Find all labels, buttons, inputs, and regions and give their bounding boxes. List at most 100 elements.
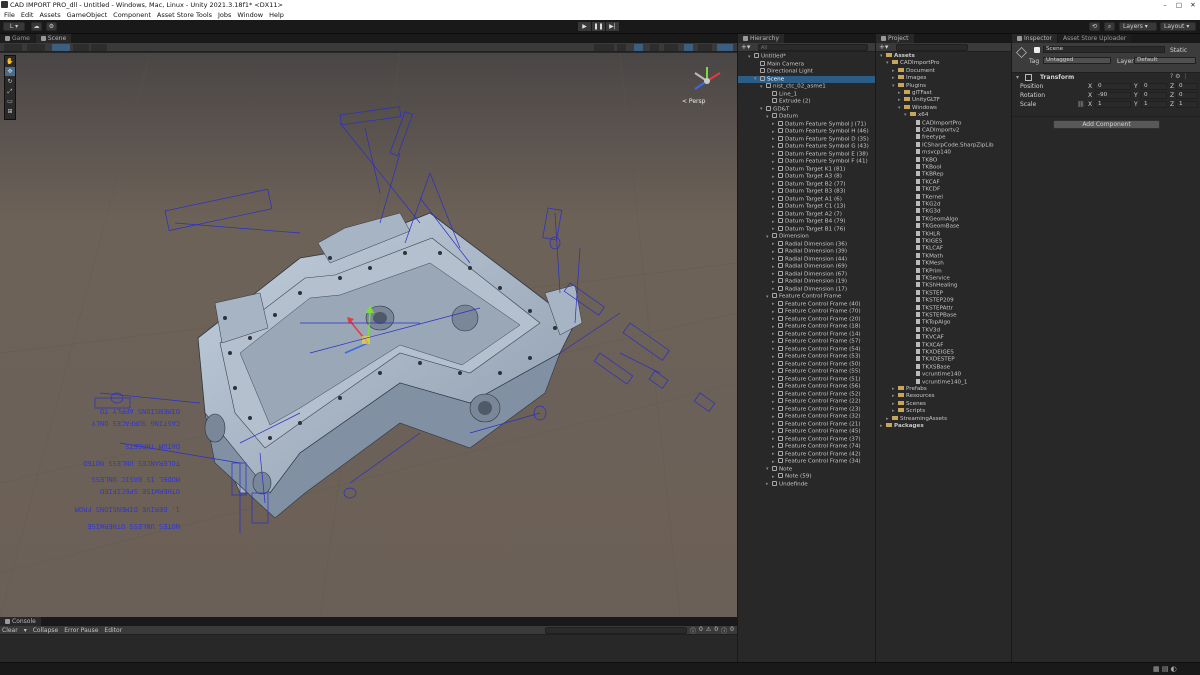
project-file[interactable]: TKGeomAlgo xyxy=(876,215,958,223)
tab-scene[interactable]: Scene xyxy=(35,34,73,43)
hierarchy-item[interactable]: ▸ Radial Dimension (19) xyxy=(738,278,875,286)
search-icon[interactable]: ⌕ xyxy=(1104,22,1115,31)
hierarchy-item[interactable]: ▸ Feature Control Frame (32) xyxy=(738,413,875,421)
project-file[interactable]: TKXSBase xyxy=(876,363,950,371)
gizmos-dropdown[interactable] xyxy=(717,44,733,51)
hierarchy-item[interactable]: ▾ GD&T xyxy=(738,105,875,114)
rotation-y-field[interactable]: 0 xyxy=(1141,92,1167,99)
project-file[interactable]: CADImportv2 xyxy=(876,127,959,134)
scale-x-field[interactable]: 1 xyxy=(1095,101,1131,108)
project-create-icon[interactable]: +▾ xyxy=(879,43,888,51)
shading-dropdown[interactable] xyxy=(27,44,45,51)
hierarchy-item[interactable]: ▸ Datum Target A2 (7) xyxy=(738,210,875,219)
project-folder[interactable]: ▸ Images xyxy=(876,75,926,82)
project-folder[interactable]: ▸ Prefabs xyxy=(876,386,927,393)
project-folder[interactable]: ▾ Plugins xyxy=(876,82,926,90)
hierarchy-item[interactable]: Extrude (2) xyxy=(738,98,875,106)
position-y-field[interactable]: 0 xyxy=(1141,83,1167,90)
hierarchy-item[interactable]: ▸ Datum Feature Symbol J (71) xyxy=(738,120,875,129)
project-file[interactable]: TKCAF xyxy=(876,178,940,186)
2d-toggle[interactable] xyxy=(617,44,626,51)
position-z-field[interactable]: 0 xyxy=(1176,83,1198,90)
project-file[interactable]: CADImportPro xyxy=(876,119,961,127)
menu-file[interactable]: File xyxy=(4,10,15,20)
project-file[interactable]: TKLCAF xyxy=(876,245,943,252)
hierarchy-item[interactable]: ▸ Feature Control Frame (45) xyxy=(738,428,875,436)
editor-dropdown[interactable]: Editor xyxy=(104,627,122,634)
scale-tool-icon[interactable]: ⤢ xyxy=(5,87,15,96)
project-folder[interactable]: ▸ UnityGLTF xyxy=(876,97,940,104)
hierarchy-item[interactable]: ▸ Datum Feature Symbol E (38) xyxy=(738,150,875,159)
project-file[interactable]: TKMath xyxy=(876,252,943,260)
status-icons[interactable]: ▦ ▤ ◐ xyxy=(1153,665,1177,673)
hierarchy-item[interactable]: ▸ Feature Control Frame (70) xyxy=(738,308,875,316)
project-folder[interactable]: ▾ Assets xyxy=(876,53,915,60)
project-search-input[interactable] xyxy=(896,44,968,51)
project-file[interactable]: TKHLR xyxy=(876,230,940,238)
project-file[interactable]: TKV3d xyxy=(876,326,940,334)
tab-asset-store-uploader[interactable]: Asset Store Uploader xyxy=(1058,34,1133,43)
tab-game[interactable]: Game xyxy=(0,34,36,43)
account-dropdown[interactable]: L ▾ xyxy=(3,22,25,31)
menu-gameobject[interactable]: GameObject xyxy=(67,10,108,20)
console-search-input[interactable] xyxy=(545,627,687,634)
project-file[interactable]: TKService xyxy=(876,275,950,282)
hierarchy-item[interactable]: Line_1 xyxy=(738,90,875,99)
clear-button[interactable]: Clear xyxy=(2,627,18,634)
hierarchy-item[interactable]: ▸ Feature Control Frame (18) xyxy=(738,323,875,331)
rotation-x-field[interactable]: -90 xyxy=(1095,92,1131,99)
project-folder[interactable]: ▸ Resources xyxy=(876,393,935,400)
audio-toggle[interactable] xyxy=(650,44,659,51)
project-folder[interactable]: ▸ Document xyxy=(876,67,935,75)
pause-button[interactable]: ❚❚ xyxy=(592,22,605,31)
project-file[interactable]: TKTopAlgo xyxy=(876,319,950,326)
project-file[interactable]: TKSTEPAttr xyxy=(876,304,953,312)
hierarchy-item[interactable]: ▸ Datum Target C1 (13) xyxy=(738,203,875,211)
project-file[interactable]: TKGeomBase xyxy=(876,223,959,230)
menu-asset-store-tools[interactable]: Asset Store Tools xyxy=(157,10,212,20)
rotate-tool-icon[interactable]: ↻ xyxy=(5,77,15,86)
hierarchy-item[interactable]: ▸ Radial Dimension (67) xyxy=(738,270,875,279)
active-checkbox[interactable] xyxy=(1034,47,1040,53)
hierarchy-item[interactable]: ▸ Radial Dimension (17) xyxy=(738,285,875,294)
hierarchy-item[interactable]: ▸ Radial Dimension (44) xyxy=(738,255,875,264)
persp-label[interactable]: < Persp xyxy=(682,98,705,105)
grid-toggle[interactable] xyxy=(52,44,70,51)
project-file[interactable]: TKernel xyxy=(876,193,943,201)
hierarchy-item[interactable]: ▸ Datum Target K1 (81) xyxy=(738,165,875,174)
layers-dropdown[interactable]: Layers ▾ xyxy=(1119,22,1157,31)
project-file[interactable]: TKBO xyxy=(876,156,937,164)
error-icon[interactable]: ⓘ xyxy=(721,626,727,635)
hierarchy-item[interactable]: ▾ Datum xyxy=(738,113,875,121)
project-file[interactable]: TKSTEPBase xyxy=(876,312,957,319)
hierarchy-search-input[interactable] xyxy=(758,44,868,51)
hierarchy-item[interactable]: ▸ Datum Target A3 (8) xyxy=(738,173,875,181)
scale-z-field[interactable]: 1 xyxy=(1176,101,1198,108)
static-toggle[interactable]: Static xyxy=(1170,47,1187,54)
foldout-arrow-icon[interactable]: ▾ xyxy=(1016,74,1019,81)
hierarchy-item[interactable]: ▸ Datum Feature Symbol H (46) xyxy=(738,128,875,136)
project-file[interactable]: TKG3d xyxy=(876,208,941,215)
hierarchy-item[interactable]: ▸ Datum Target A1 (6) xyxy=(738,195,875,204)
rect-tool-icon[interactable]: ▭ xyxy=(5,97,15,106)
hierarchy-item[interactable]: ▸ Feature Control Frame (54) xyxy=(738,345,875,354)
object-name-field[interactable]: Scene xyxy=(1043,46,1165,53)
project-file[interactable]: TKBool xyxy=(876,164,941,171)
hierarchy-item[interactable]: ▾ Dimension xyxy=(738,233,875,241)
project-file[interactable]: TKIGES xyxy=(876,238,942,245)
project-file[interactable]: TKSTEP209 xyxy=(876,297,954,304)
hierarchy-item[interactable]: ▸ Feature Control Frame (55) xyxy=(738,368,875,376)
hierarchy-item[interactable]: ▸ Datum Target B4 (79) xyxy=(738,218,875,226)
hierarchy-item[interactable]: ▸ Feature Control Frame (74) xyxy=(738,443,875,451)
collab-icon[interactable]: ⚙ xyxy=(46,22,57,31)
draw-mode-dropdown[interactable] xyxy=(4,44,22,51)
hierarchy-item[interactable]: ▸ Note (59) xyxy=(738,473,875,481)
tag-dropdown[interactable]: Untagged xyxy=(1043,57,1111,64)
warning-icon[interactable]: ⚠ xyxy=(706,626,711,635)
camera-dropdown[interactable] xyxy=(698,44,712,51)
tab-project[interactable]: Project xyxy=(876,34,915,43)
project-file[interactable]: TKVCAF xyxy=(876,334,944,341)
hierarchy-item[interactable]: ▸ Feature Control Frame (52) xyxy=(738,390,875,399)
maximize-icon[interactable]: □ xyxy=(1172,0,1186,10)
hierarchy-item[interactable]: ▸ Feature Control Frame (20) xyxy=(738,315,875,324)
